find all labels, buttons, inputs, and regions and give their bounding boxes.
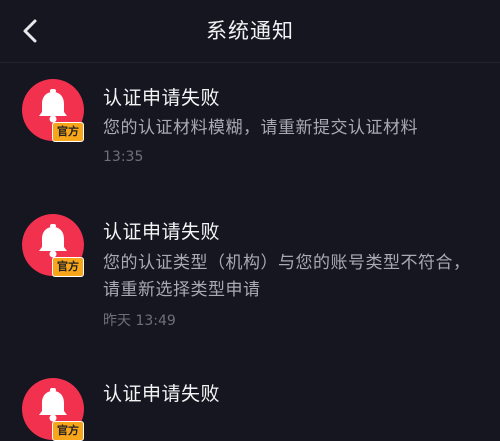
list-item[interactable]: 官方 认证申请失败 — [0, 373, 500, 441]
notification-title: 认证申请失败 — [103, 87, 221, 109]
notification-title: 认证申请失败 — [103, 383, 221, 405]
notification-title: 认证申请失败 — [103, 221, 221, 243]
official-badge: 官方 — [52, 257, 84, 277]
notification-body: 您的认证材料模糊，请重新提交认证材料 — [103, 118, 418, 138]
notification-body: 您的认证类型（机构）与您的账号类型不符合，请重新选择类型申请 — [103, 253, 471, 300]
notification-time: 13:35 — [103, 149, 144, 165]
list-item[interactable]: 官方 认证申请失败 您的认证材料模糊，请重新提交认证材料 13:35 — [0, 63, 500, 198]
bell-icon — [39, 89, 67, 123]
navigation-bar: 系统通知 — [0, 0, 500, 63]
avatar: 官方 — [22, 79, 84, 142]
avatar: 官方 — [22, 214, 84, 277]
bell-icon — [39, 388, 67, 422]
list-item[interactable]: 官方 认证申请失败 您的认证类型（机构）与您的账号类型不符合，请重新选择类型申请… — [0, 198, 500, 373]
notification-time: 昨天 13:49 — [103, 313, 176, 329]
avatar: 官方 — [22, 378, 84, 441]
bell-icon — [39, 224, 67, 258]
official-badge: 官方 — [52, 122, 84, 142]
official-badge: 官方 — [52, 421, 84, 441]
page-title: 系统通知 — [206, 19, 294, 43]
